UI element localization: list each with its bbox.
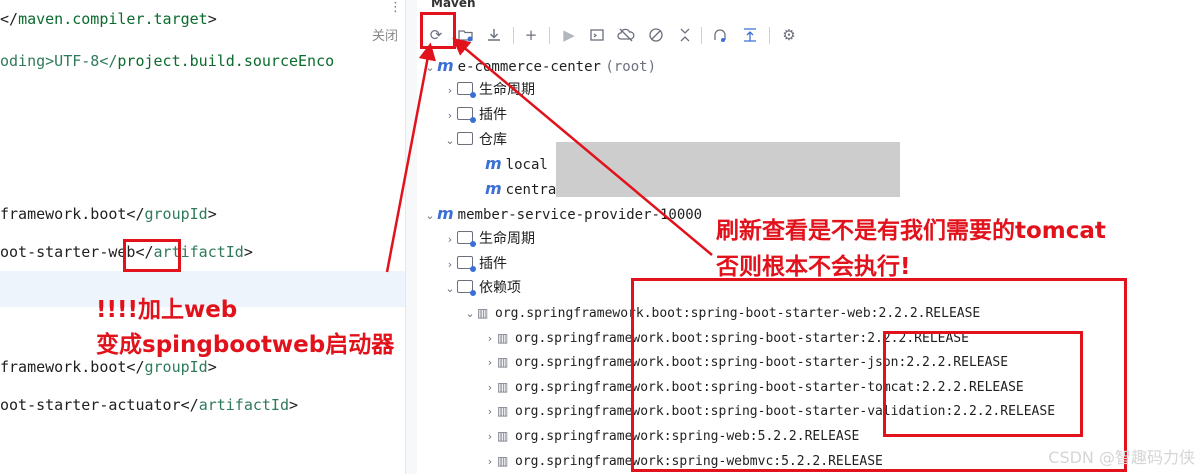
watermark: CSDN @智趣码力侠 <box>1048 448 1195 467</box>
annotation-arrows <box>385 37 713 273</box>
arrow-from-text <box>452 37 713 256</box>
arrow-to-refresh <box>385 42 436 273</box>
